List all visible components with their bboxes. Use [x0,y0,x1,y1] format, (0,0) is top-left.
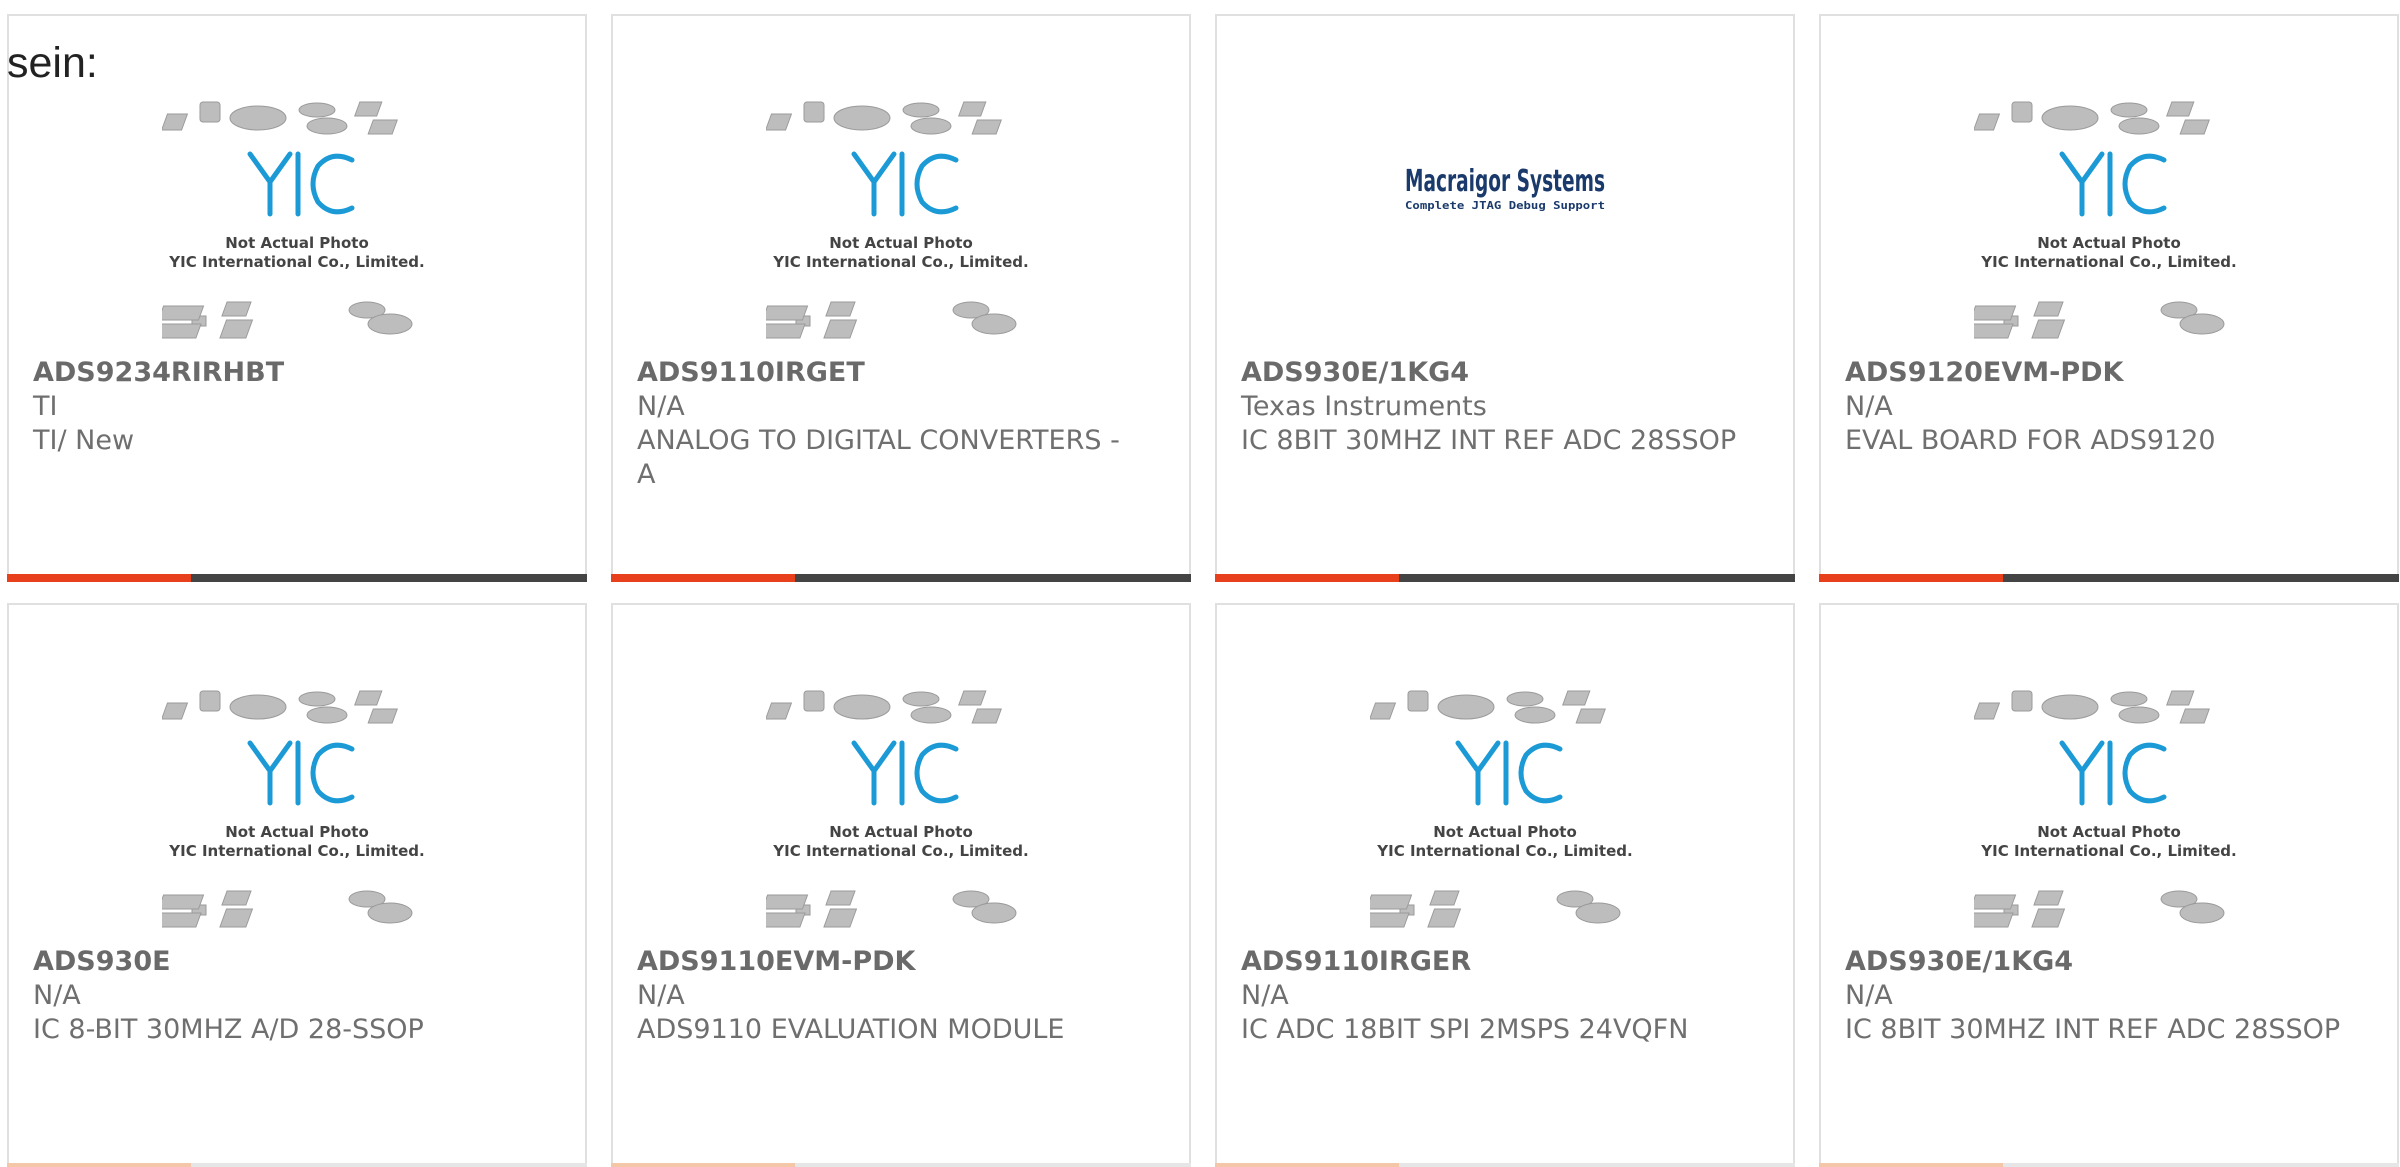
svg-text:YIC International Co., Limited: YIC International Co., Limited. [168,842,424,860]
manufacturer: N/A [637,980,685,1011]
product-info: ADS9120EVM-PDK N/A EVAL BOARD FOR ADS912… [1845,356,2345,458]
product-description: IC ADC 18BIT SPI 2MSPS 24VQFN [1241,1014,1689,1045]
product-description: IC 8-BIT 30MHZ A/D 28-SSOP [33,1014,424,1045]
product-description: ADS9110 EVALUATION MODULE [637,1014,1065,1045]
part-number-link[interactable]: ADS9234RIRHBT [33,356,533,390]
manufacturer: Texas Instruments [1241,391,1487,422]
product-image: Not Actual Photo YIC International Co., … [613,96,1189,366]
product-info: ADS9110EVM-PDK N/A ADS9110 EVALUATION MO… [637,945,1137,1047]
intro-text: sein: [7,39,98,87]
product-results-page: { "intro_text": "sein:", "placeholder_ca… [0,0,2400,1167]
part-number-link[interactable]: ADS9120EVM-PDK [1845,356,2345,390]
svg-text:Not Actual Photo: Not Actual Photo [2037,823,2181,841]
product-image: Not Actual Photo YIC International Co., … [9,685,585,955]
product-image: Not Actual Photo YIC International Co., … [1821,685,2397,955]
card-accent-bar [7,574,587,582]
card-accent-bar [1215,1163,1795,1167]
product-info: ADS9110IRGER N/A IC ADC 18BIT SPI 2MSPS … [1241,945,1741,1047]
product-info: ADS930E N/A IC 8-BIT 30MHZ A/D 28-SSOP [33,945,533,1047]
card-accent-bar [1819,1163,2399,1167]
svg-text:Complete JTAG Debug Support: Complete JTAG Debug Support [1405,199,1605,212]
macraigor-logo-image: Macraigor Systems Complete JTAG Debug Su… [1405,164,1605,212]
svg-text:YIC International Co., Limited: YIC International Co., Limited. [1980,842,2236,860]
svg-text:Not Actual Photo: Not Actual Photo [829,823,973,841]
yic-placeholder-image: Not Actual Photo YIC International Co., … [1370,690,1633,928]
svg-text:Not Actual Photo: Not Actual Photo [1433,823,1577,841]
manufacturer: N/A [1241,980,1289,1011]
svg-text:YIC International Co., Limited: YIC International Co., Limited. [1376,842,1632,860]
product-image: Not Actual Photo YIC International Co., … [1217,685,1793,955]
product-description: EVAL BOARD FOR ADS9120 [1845,425,2216,456]
product-info: ADS930E/1KG4 N/A IC 8BIT 30MHZ INT REF A… [1845,945,2345,1047]
svg-text:Not Actual Photo: Not Actual Photo [2037,234,2181,252]
product-info: ADS9234RIRHBT TI TI/ New [33,356,533,458]
part-number-link[interactable]: ADS930E [33,945,533,979]
manufacturer: TI [33,391,58,422]
part-number-link[interactable]: ADS9110IRGET [637,356,1137,390]
svg-text:Macraigor Systems: Macraigor Systems [1405,164,1605,199]
product-card[interactable]: Not Actual Photo YIC International Co., … [7,14,587,582]
manufacturer: N/A [1845,391,1893,422]
svg-text:YIC International Co., Limited: YIC International Co., Limited. [772,253,1028,271]
part-number-link[interactable]: ADS9110IRGER [1241,945,1741,979]
product-card[interactable]: Not Actual Photo YIC International Co., … [1819,14,2399,582]
product-description: TI/ New [33,425,135,456]
product-description: IC 8BIT 30MHZ INT REF ADC 28SSOP [1241,425,1737,456]
product-description: ANALOG TO DIGITAL CONVERTERS - A [637,425,1120,490]
svg-text:YIC International Co., Limited: YIC International Co., Limited. [1980,253,2236,271]
product-image: Not Actual Photo YIC International Co., … [9,96,585,366]
product-info: ADS9110IRGET N/A ANALOG TO DIGITAL CONVE… [637,356,1137,492]
product-image: Not Actual Photo YIC International Co., … [1821,96,2397,366]
svg-text:Not Actual Photo: Not Actual Photo [225,823,369,841]
manufacturer: N/A [637,391,685,422]
part-number-link[interactable]: ADS930E/1KG4 [1241,356,1741,390]
part-number-link[interactable]: ADS9110EVM-PDK [637,945,1137,979]
card-accent-bar [1215,574,1795,582]
card-accent-bar [1819,574,2399,582]
product-card[interactable]: Macraigor Systems Complete JTAG Debug Su… [1215,14,1795,582]
yic-placeholder-image: Not Actual Photo YIC International Co., … [162,101,425,339]
product-card[interactable]: Not Actual Photo YIC International Co., … [611,603,1191,1167]
product-info: ADS930E/1KG4 Texas Instruments IC 8BIT 3… [1241,356,1741,458]
product-image: Macraigor Systems Complete JTAG Debug Su… [1217,161,1793,241]
yic-placeholder-image: Not Actual Photo YIC International Co., … [162,690,425,928]
product-description: IC 8BIT 30MHZ INT REF ADC 28SSOP [1845,1014,2341,1045]
card-accent-bar [611,1163,1191,1167]
manufacturer: N/A [33,980,81,1011]
product-card[interactable]: Not Actual Photo YIC International Co., … [7,603,587,1167]
svg-text:YIC International Co., Limited: YIC International Co., Limited. [168,253,424,271]
card-accent-bar [611,574,1191,582]
product-card[interactable]: Not Actual Photo YIC International Co., … [1215,603,1795,1167]
svg-text:Not Actual Photo: Not Actual Photo [829,234,973,252]
card-accent-bar [7,1163,587,1167]
yic-placeholder-image: Not Actual Photo YIC International Co., … [1974,101,2237,339]
svg-text:Not Actual Photo: Not Actual Photo [225,234,369,252]
product-card[interactable]: Not Actual Photo YIC International Co., … [611,14,1191,582]
yic-placeholder-image: Not Actual Photo YIC International Co., … [766,101,1029,339]
manufacturer: N/A [1845,980,1893,1011]
svg-text:YIC International Co., Limited: YIC International Co., Limited. [772,842,1028,860]
product-grid: Not Actual Photo YIC International Co., … [7,14,2400,1167]
part-number-link[interactable]: ADS930E/1KG4 [1845,945,2345,979]
product-image: Not Actual Photo YIC International Co., … [613,685,1189,955]
yic-placeholder-image: Not Actual Photo YIC International Co., … [766,690,1029,928]
product-card[interactable]: Not Actual Photo YIC International Co., … [1819,603,2399,1167]
yic-placeholder-image: Not Actual Photo YIC International Co., … [1974,690,2237,928]
